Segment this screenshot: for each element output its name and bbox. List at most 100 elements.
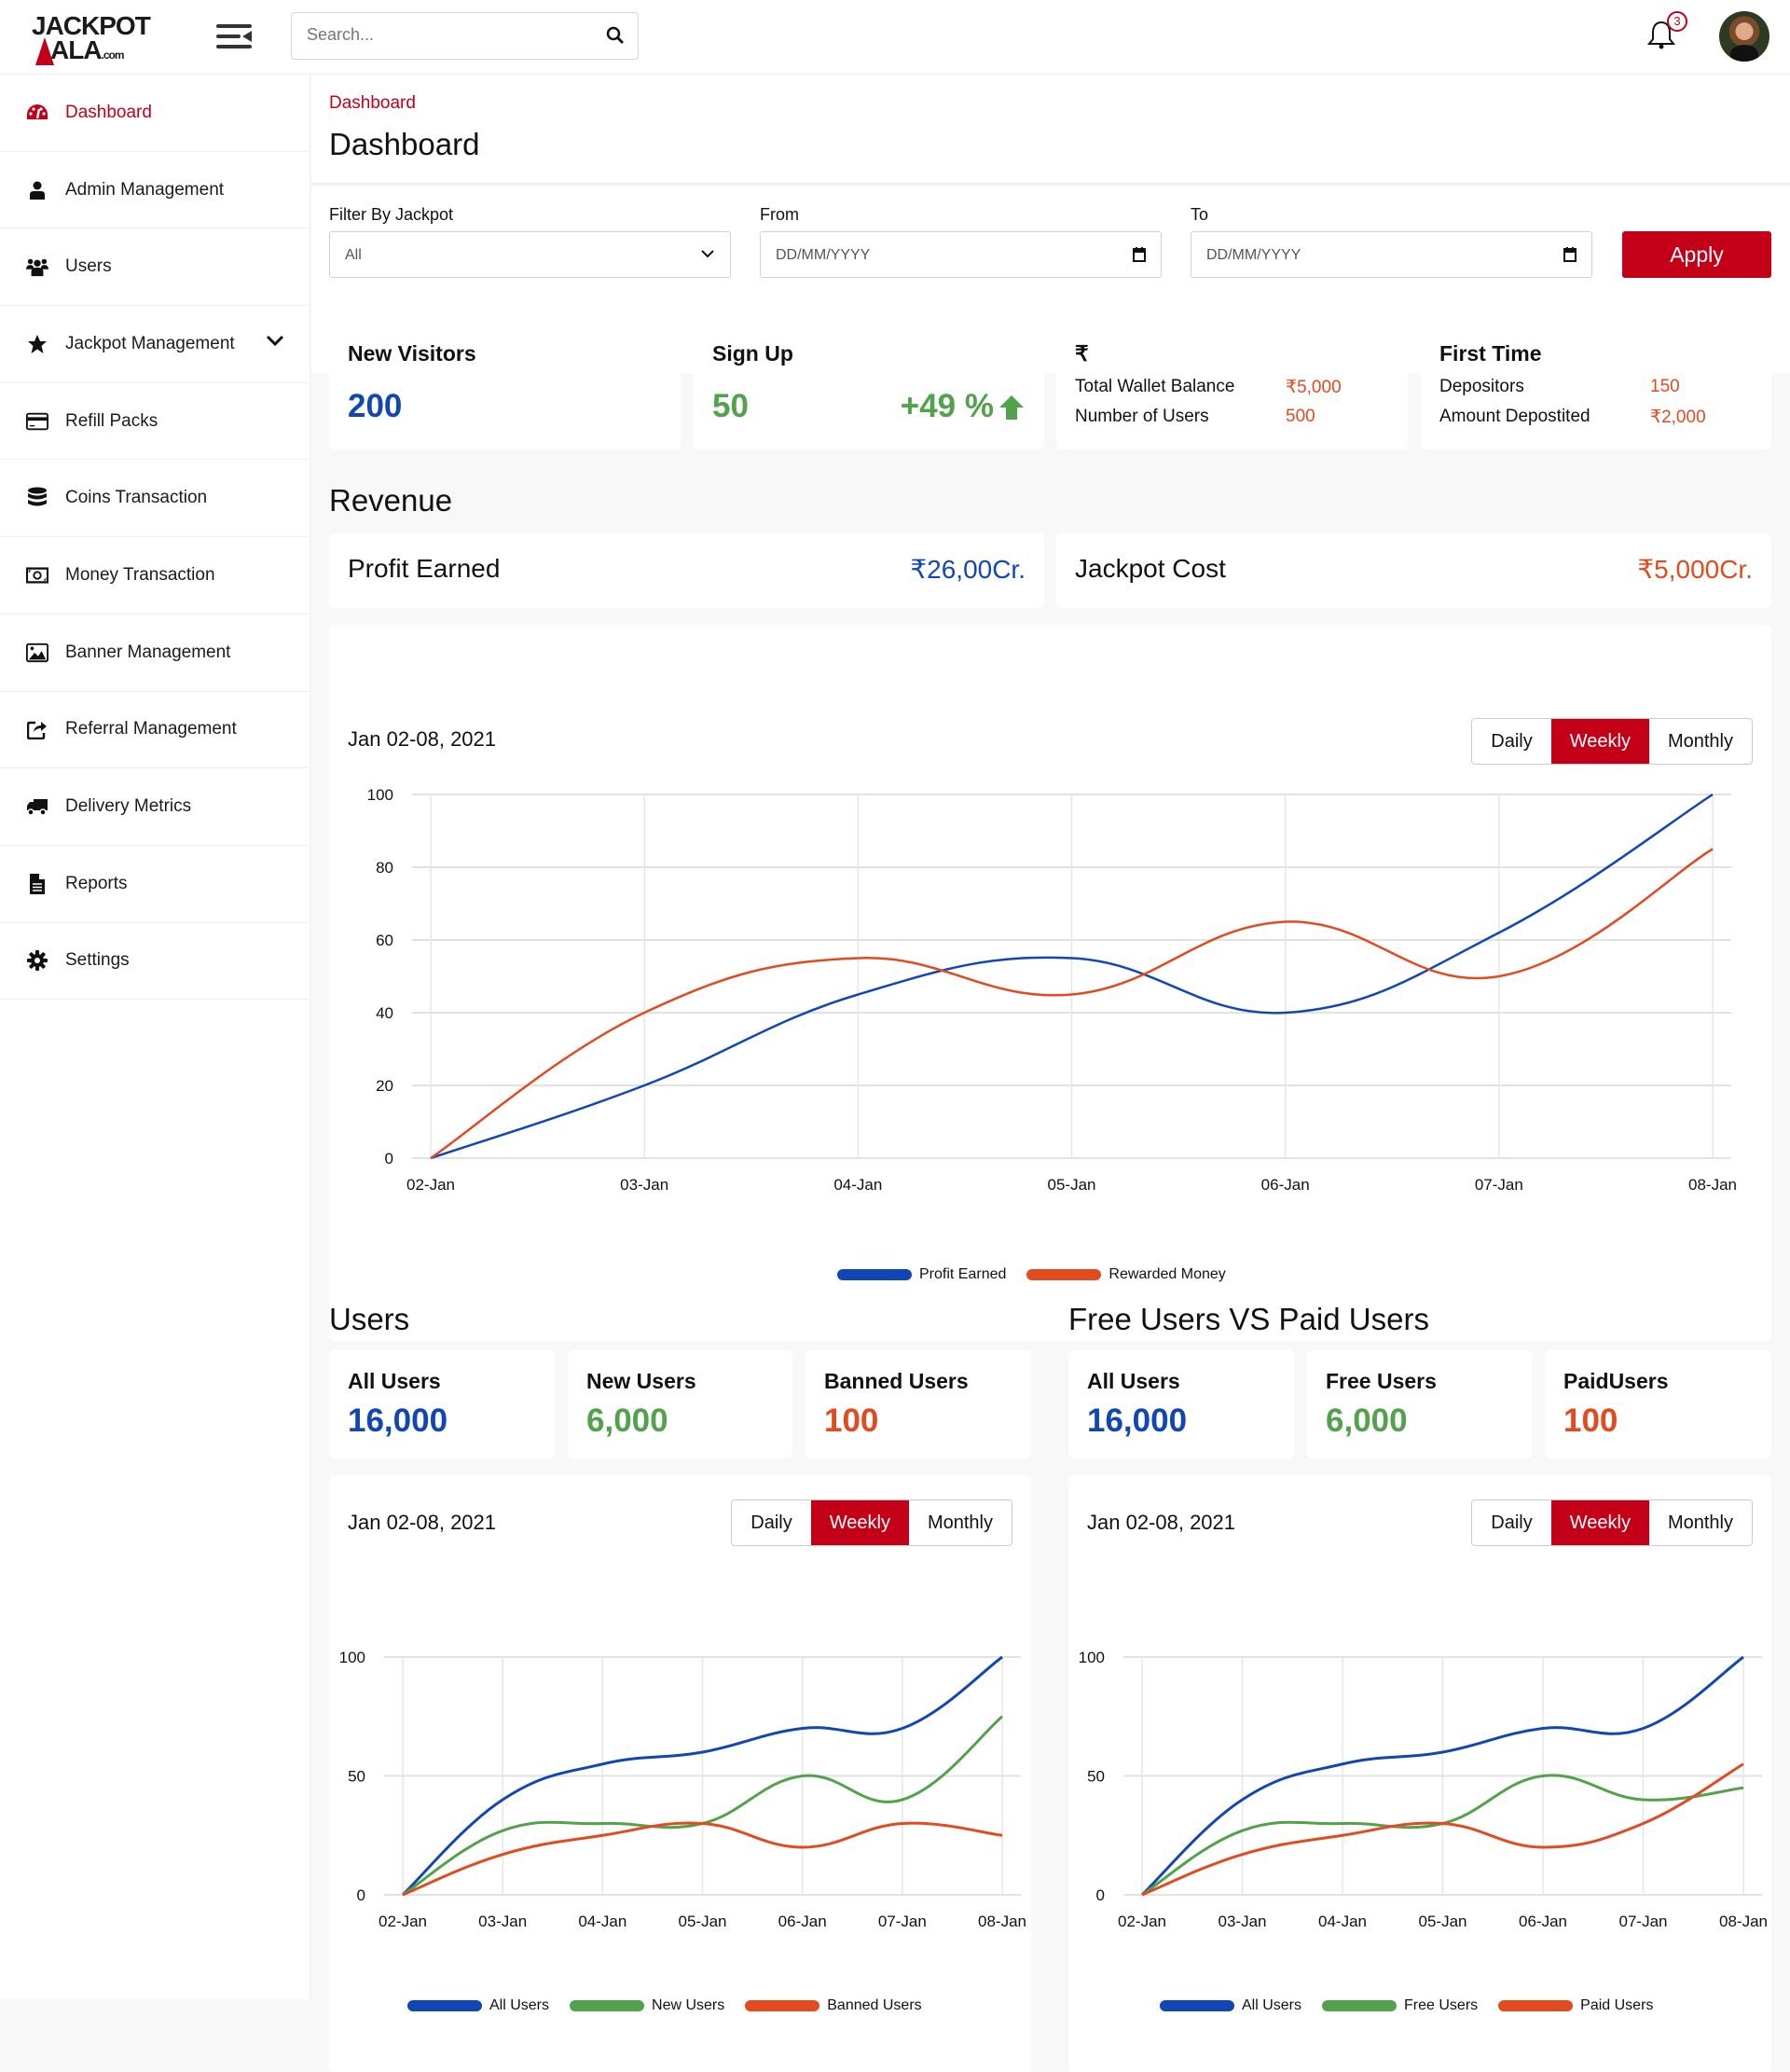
stat-value: 200 — [348, 388, 403, 424]
legend-item[interactable]: All Users — [1160, 1997, 1301, 2014]
legend-item[interactable]: Paid Users — [1498, 1997, 1653, 2014]
x-tick-label: 04-Jan — [578, 1913, 626, 1930]
fp-all-users-card: All Users 16,000 — [1068, 1350, 1294, 1458]
legend-swatch — [1026, 1269, 1102, 1280]
sidebar-item-coins-transaction[interactable]: Coins Transaction — [0, 460, 310, 538]
x-tick-label: 08-Jan — [978, 1913, 1026, 1930]
sidebar-item-admin-management[interactable]: Admin Management — [0, 152, 310, 229]
x-tick-label: 06-Jan — [778, 1913, 827, 1930]
gear-icon — [26, 949, 48, 972]
menu-bar-icon — [216, 35, 241, 38]
x-tick-label: 02-Jan — [406, 1176, 455, 1194]
stat-title: First Time — [1439, 341, 1542, 366]
legend-swatch — [1498, 2000, 1574, 2011]
legend-item[interactable]: Free Users — [1322, 1997, 1478, 2014]
sidebar-item-settings[interactable]: Settings — [0, 923, 310, 1001]
stat-title: Free Users — [1326, 1369, 1437, 1393]
breadcrumb[interactable]: Dashboard — [329, 93, 416, 114]
legend-item[interactable]: All Users — [407, 1997, 549, 2014]
sidebar-item-label: Settings — [65, 950, 130, 971]
sidebar-item-reports[interactable]: Reports — [0, 846, 310, 923]
legend-label: Paid Users — [1580, 1997, 1654, 2013]
jackpot-filter-select[interactable]: All — [329, 231, 731, 278]
stat-value: 50 — [712, 388, 749, 424]
legend-item[interactable]: Profit Earned — [837, 1266, 1006, 1283]
x-tick-label: 06-Jan — [1519, 1913, 1567, 1930]
stat-value: 100 — [824, 1402, 879, 1439]
sidebar-item-refill-packs[interactable]: Refill Packs — [0, 383, 310, 461]
to-date-label: To — [1191, 205, 1209, 224]
sidebar-item-label: Delivery Metrics — [65, 796, 192, 817]
revenue-line-chart: 0 20 40 60 80 100 02-Jan 03-Jan 04-Jan 05-Jan 06-J… — [367, 786, 1737, 1194]
sidebar-item-label: Admin Management — [65, 179, 225, 200]
jackpotwala-logo[interactable]: JACKPOT ALA.com — [32, 11, 158, 65]
jackpot-cost-value: ₹5,000Cr. — [1637, 555, 1753, 584]
calendar-icon[interactable] — [1563, 246, 1577, 263]
user-avatar[interactable] — [1719, 11, 1769, 62]
dashboard-gauge-icon — [26, 102, 48, 124]
file-icon — [26, 873, 48, 895]
from-date-placeholder: DD/MM/YYYY — [776, 247, 871, 263]
sidebar-item-users[interactable]: Users — [0, 228, 310, 307]
free-users-card: Free Users 6,000 — [1307, 1350, 1532, 1458]
stat-title: PaidUsers — [1563, 1369, 1669, 1393]
profit-earned-card: Profit Earned ₹26,00Cr. — [329, 533, 1044, 608]
row-value: ₹2,000 — [1650, 407, 1706, 427]
legend-label: New Users — [652, 1997, 725, 2013]
row-value: ₹5,000 — [1286, 378, 1342, 397]
to-date-input[interactable]: DD/MM/YYYY — [1191, 231, 1592, 278]
users-line-chart: 0 50 100 02-Jan 03-Jan 04-Jan 05-Jan 06-Jan 07-J… — [339, 1649, 1026, 1930]
first-time-card: First Time Depositors 150 Amount Depostit… — [1421, 323, 1771, 449]
profit-label: Profit Earned — [348, 554, 501, 583]
calendar-icon[interactable] — [1133, 246, 1146, 263]
y-tick-label: 100 — [367, 786, 393, 804]
y-tick-label: 50 — [1087, 1768, 1105, 1786]
stat-value: 16,000 — [348, 1402, 448, 1439]
sidebar-item-delivery-metrics[interactable]: Delivery Metrics — [0, 768, 310, 846]
search-input[interactable] — [307, 25, 586, 45]
row-label: Amount Depostited — [1439, 407, 1590, 426]
revenue-section-title: Revenue — [329, 483, 453, 518]
money-bill-icon — [26, 564, 48, 587]
sidebar-item-money-transaction[interactable]: Money Transaction — [0, 537, 310, 615]
deposit-row: Depositors 150 — [1439, 377, 1756, 397]
y-tick-label: 0 — [385, 1150, 393, 1167]
x-tick-label: 04-Jan — [1318, 1913, 1367, 1930]
y-tick-label: 80 — [376, 859, 393, 877]
apply-button[interactable]: Apply — [1622, 231, 1771, 278]
signup-change-percent: +49 % — [900, 388, 994, 424]
x-tick-label: 04-Jan — [833, 1176, 882, 1194]
menu-bar-icon — [216, 24, 252, 28]
legend-item[interactable]: New Users — [570, 1997, 724, 2014]
sidebar-item-label: Banner Management — [65, 642, 231, 662]
sidebar-item-label: Money Transaction — [65, 564, 215, 585]
sidebar-item-banner-management[interactable]: Banner Management — [0, 615, 310, 692]
from-date-label: From — [760, 205, 799, 224]
from-date-input[interactable]: DD/MM/YYYY — [760, 231, 1162, 278]
sidebar-item-label: Refill Packs — [65, 410, 158, 431]
banned-users-card: Banned Users 100 — [806, 1350, 1031, 1458]
sidebar-toggle-button[interactable] — [216, 22, 252, 50]
jackpot-cost-card: Jackpot Cost ₹5,000Cr. — [1056, 533, 1771, 608]
legend-swatch — [837, 1269, 912, 1280]
paid-users-card: PaidUsers 100 — [1545, 1350, 1771, 1458]
chevron-down-icon[interactable] — [266, 334, 284, 347]
legend-item[interactable]: Banned Users — [745, 1997, 922, 2014]
sidebar-item-referral-management[interactable]: Referral Management — [0, 692, 310, 769]
legend-swatch — [407, 2000, 482, 2011]
search-icon[interactable] — [606, 26, 625, 45]
sidebar-item-jackpot-management[interactable]: Jackpot Management — [0, 306, 310, 383]
legend-label: All Users — [1242, 1997, 1302, 2013]
legend-item[interactable]: Rewarded Money — [1026, 1266, 1226, 1283]
x-tick-label: 08-Jan — [1719, 1913, 1768, 1930]
arrow-up-icon — [999, 395, 1024, 420]
stat-title: All Users — [348, 1369, 441, 1393]
truck-icon — [26, 795, 48, 818]
notification-count-badge: 3 — [1667, 11, 1687, 32]
x-tick-label: 03-Jan — [1219, 1913, 1267, 1930]
y-tick-label: 20 — [376, 1077, 393, 1095]
y-tick-label: 100 — [1079, 1649, 1105, 1666]
jackpot-cost-label: Jackpot Cost — [1075, 554, 1226, 583]
sidebar-item-dashboard[interactable]: Dashboard — [0, 75, 310, 152]
search-box[interactable] — [291, 12, 639, 60]
